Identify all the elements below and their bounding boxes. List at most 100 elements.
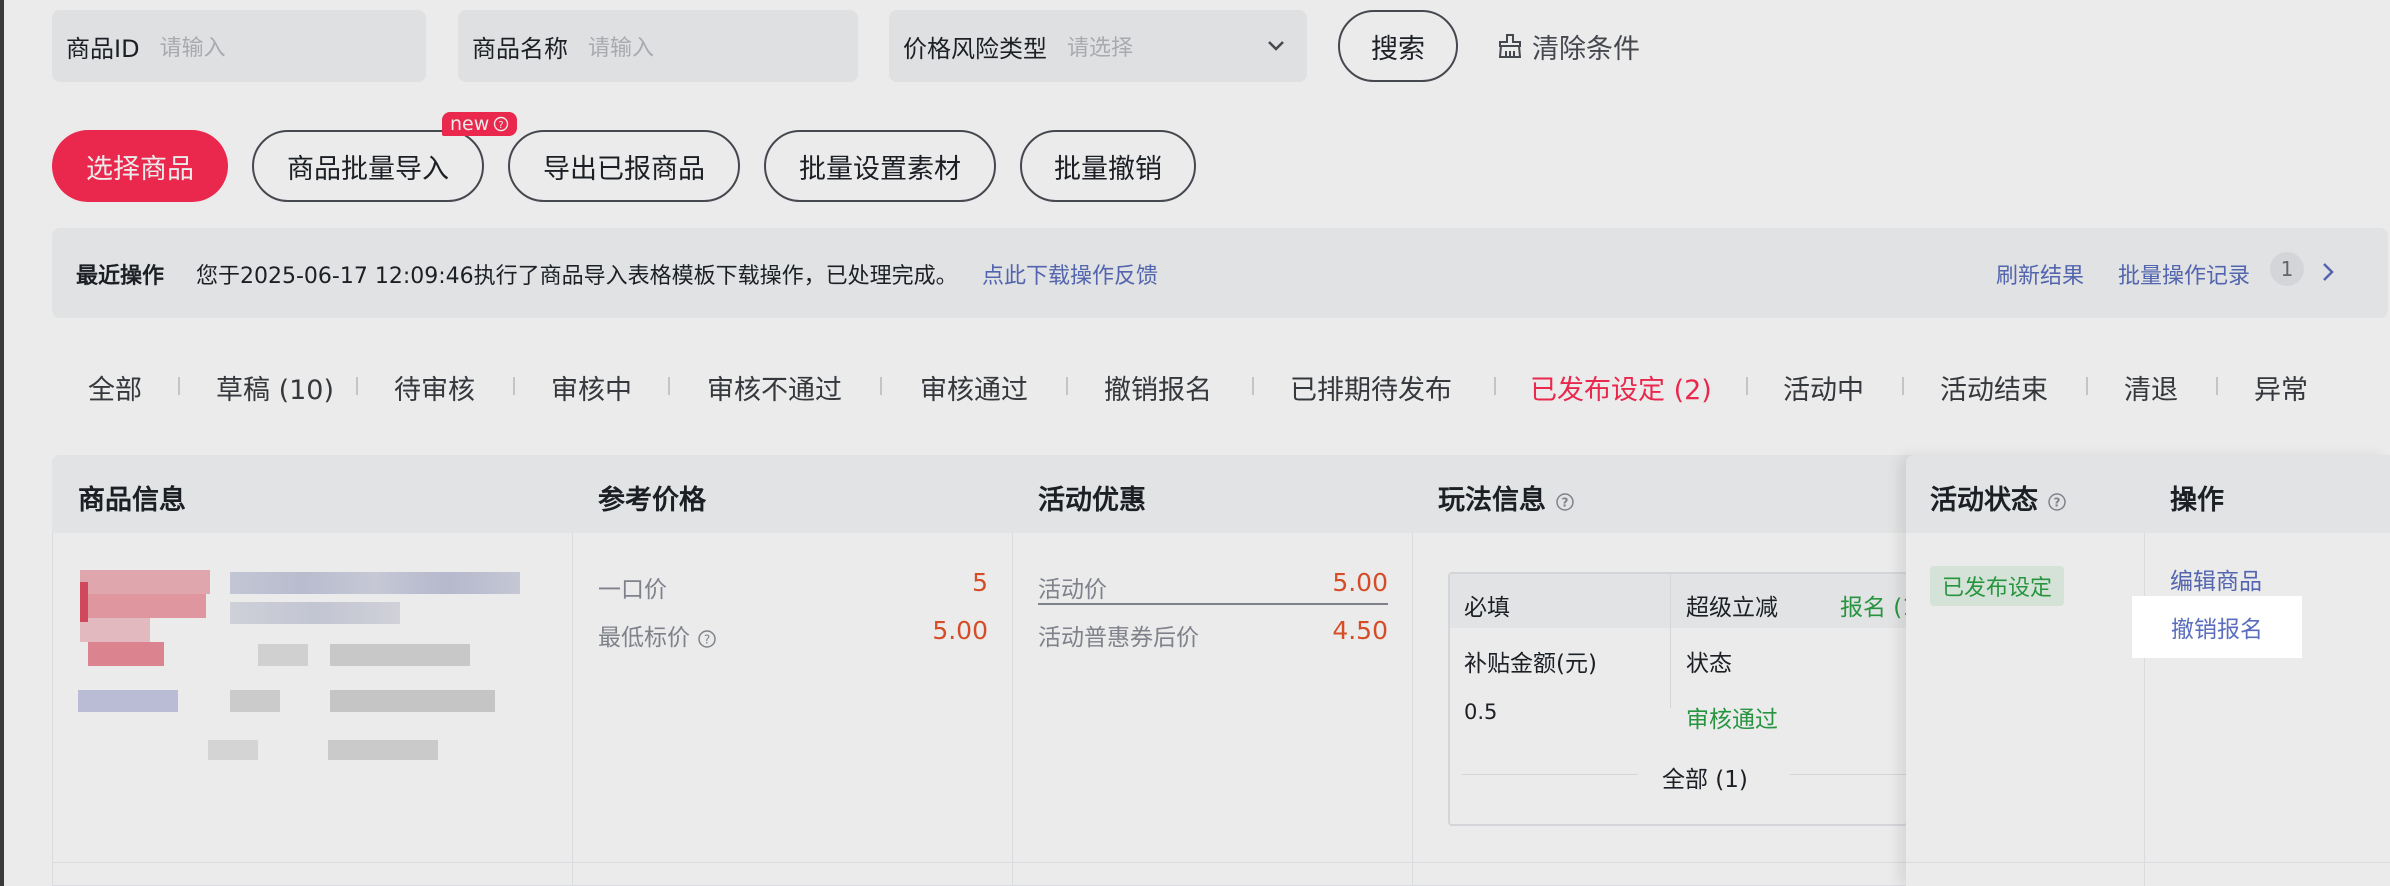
svg-text:?: ? [704, 632, 710, 646]
activity-price-underline [1038, 603, 1388, 605]
select-product-button[interactable]: 选择商品 [52, 130, 228, 202]
after-coupon-value: 4.50 [1332, 616, 1388, 645]
export-reported-button[interactable]: 导出已报商品 [508, 130, 740, 202]
question-icon: ? [494, 116, 509, 132]
tab-2[interactable]: 待审核 [394, 368, 475, 407]
search-button-label: 搜索 [1371, 33, 1425, 65]
row-divider [1906, 862, 2390, 863]
column-divider [2144, 533, 2145, 886]
divider-line [1462, 774, 1638, 775]
new-badge: new ? [442, 112, 518, 136]
tab-3[interactable]: 审核中 [551, 368, 632, 407]
batch-cancel-button[interactable]: 批量撤销 [1020, 130, 1196, 202]
tab-separator [356, 377, 358, 395]
lowest-price-label: 最低标价 ? [598, 618, 717, 652]
tab-7[interactable]: 已排期待发布 [1290, 368, 1452, 407]
help-icon[interactable]: ? [2047, 492, 2067, 512]
tab-0[interactable]: 全部 [88, 368, 142, 407]
tab-separator [1252, 377, 1254, 395]
svg-text:?: ? [2054, 495, 2061, 509]
clear-filters-button[interactable]: 清除条件 [1496, 26, 1640, 66]
tab-separator [668, 377, 670, 395]
lowest-price-value: 5.00 [932, 616, 988, 645]
after-coupon-label: 活动普惠券后价 [1038, 625, 1199, 651]
chevron-right-icon[interactable] [2318, 260, 2338, 284]
tab-separator [1066, 377, 1068, 395]
product-name-filter[interactable]: 商品名称 请输入 [458, 10, 858, 82]
batch-material-button[interactable]: 批量设置素材 [764, 130, 996, 202]
header-product-info: 商品信息 [78, 485, 186, 516]
status-badge: 已发布设定 [1930, 566, 2065, 606]
search-button[interactable]: 搜索 [1338, 10, 1458, 82]
highlighted-cancel-label: 撤销报名 [2171, 617, 2263, 643]
svg-text:?: ? [499, 120, 504, 131]
header-activity-status-label: 活动状态 [1930, 485, 2038, 516]
product-image-blurred [80, 570, 210, 670]
subsidy-value: 0.5 [1464, 700, 1498, 724]
clear-filters-label: 清除条件 [1532, 33, 1640, 65]
product-id-filter[interactable]: 商品ID 请输入 [52, 10, 426, 82]
svg-text:?: ? [1562, 495, 1569, 509]
batch-cancel-label: 批量撤销 [1054, 153, 1162, 185]
price-risk-select[interactable]: 价格风险类型 请选择 [889, 10, 1307, 82]
fixed-right-panel [1906, 455, 2390, 886]
status-label: 状态 [1686, 651, 1732, 677]
divider-line [1790, 774, 1906, 775]
play-super-reduce-label: 超级立减 [1686, 595, 1778, 621]
tab-11[interactable]: 清退 [2124, 368, 2178, 407]
fixed-price-label: 一口价 [598, 577, 667, 603]
column-divider [1670, 574, 1671, 708]
chevron-down-icon [1268, 41, 1284, 51]
header-operation: 操作 [2170, 485, 2224, 516]
batch-count-badge: 1 [2270, 252, 2304, 286]
tab-1[interactable]: 草稿 (10) [216, 368, 334, 407]
download-feedback-link[interactable]: 点此下载操作反馈 [982, 258, 1158, 290]
tab-6[interactable]: 撤销报名 [1104, 368, 1212, 407]
batch-material-label: 批量设置素材 [799, 153, 961, 185]
fixed-price-value: 5 [972, 568, 988, 597]
header-ref-price: 参考价格 [598, 485, 706, 516]
tab-10[interactable]: 活动结束 [1940, 368, 2048, 407]
tab-separator [1494, 377, 1496, 395]
tab-separator [178, 377, 180, 395]
play-required-label: 必填 [1464, 595, 1510, 621]
activity-price-value: 5.00 [1332, 568, 1388, 597]
refresh-results-link[interactable]: 刷新结果 [1996, 258, 2084, 290]
help-icon[interactable]: ? [1555, 492, 1575, 512]
tab-separator [513, 377, 515, 395]
help-icon[interactable]: ? [697, 629, 717, 649]
tab-separator [1746, 377, 1748, 395]
recent-operations-bar: 最近操作 您于2025-06-17 12:09:46执行了商品导入表格模板下载操… [52, 228, 2388, 318]
price-risk-placeholder: 请选择 [1067, 36, 1134, 61]
tab-5[interactable]: 审核通过 [920, 368, 1028, 407]
batch-records-link[interactable]: 批量操作记录 [2118, 258, 2250, 290]
tab-separator [2216, 377, 2218, 395]
play-all-toggle[interactable]: 全部 (1) [1662, 760, 1748, 794]
batch-import-button[interactable]: 商品批量导入 [252, 130, 484, 202]
header-activity-status: 活动状态 ? [1930, 478, 2067, 517]
recent-message: 您于2025-06-17 12:09:46执行了商品导入表格模板下载操作，已处理… [196, 264, 958, 289]
column-divider [1012, 533, 1013, 886]
tab-9[interactable]: 活动中 [1783, 368, 1864, 407]
review-status-value: 审核通过 [1686, 707, 1778, 733]
product-id-input[interactable]: 请输入 [160, 30, 226, 62]
new-badge-label: new [450, 113, 490, 135]
tab-12[interactable]: 异常 [2254, 368, 2308, 407]
play-info-box: 必填 超级立减 报名 (1 补贴金额(元) 状态 0.5 审核通过 全部 (1) [1448, 572, 1908, 826]
activity-price-label: 活动价 [1038, 577, 1107, 603]
product-name-label: 商品名称 [472, 34, 568, 63]
edit-product-link[interactable]: 编辑商品 [2170, 562, 2262, 596]
tab-4[interactable]: 审核不通过 [707, 368, 842, 407]
play-signup-link[interactable]: 报名 (1 [1840, 588, 1906, 622]
price-risk-label: 价格风险类型 [903, 34, 1047, 63]
export-reported-label: 导出已报商品 [543, 153, 705, 185]
product-title-blurred [78, 572, 520, 772]
tab-8[interactable]: 已发布设定 (2) [1530, 368, 1712, 407]
product-id-label: 商品ID [66, 34, 140, 63]
status-badge-label: 已发布设定 [1942, 576, 2053, 601]
recent-title: 最近操作 [76, 264, 165, 289]
product-name-input[interactable]: 请输入 [588, 30, 654, 62]
column-divider [1412, 533, 1413, 886]
tab-separator [1902, 377, 1904, 395]
batch-count: 1 [2280, 257, 2294, 281]
